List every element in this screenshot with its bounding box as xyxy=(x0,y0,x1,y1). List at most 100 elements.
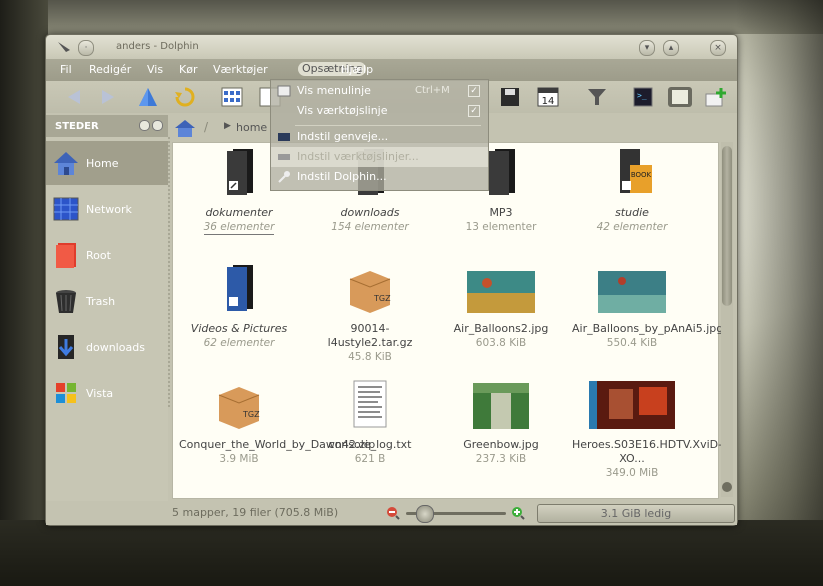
save-icon[interactable] xyxy=(498,86,522,108)
file-item[interactable]: Heroes.S03E16.HDTV.XviD-XO... 349.0 MiB xyxy=(572,379,722,480)
keyboard-icon xyxy=(278,133,290,141)
scrollbar-thumb[interactable] xyxy=(722,146,732,306)
file-item[interactable]: Air_Balloons2.jpg 603.8 KiB xyxy=(441,263,561,350)
file-name: Greenbow.jpg xyxy=(463,438,539,451)
desktop-background-left xyxy=(0,0,48,586)
menu-item-show-menubar[interactable]: Vis menulinje Ctrl+M ✓ xyxy=(271,81,488,101)
file-meta: 3.9 MiB xyxy=(219,453,259,465)
menu-rediger[interactable]: Redigér xyxy=(89,63,131,76)
calendar-icon[interactable]: 14 xyxy=(536,86,560,108)
sidebar-item-home[interactable]: Home xyxy=(46,141,168,185)
zoom-in-icon[interactable] xyxy=(511,506,525,520)
menu-item-label: Indstil genveje... xyxy=(297,130,389,143)
zoom-out-icon[interactable] xyxy=(386,506,400,520)
maximize-button[interactable]: ▴ xyxy=(663,40,679,56)
menu-bar: Fil Redigér Vis Kør Værktøjer Opsætning … xyxy=(46,59,737,81)
file-item[interactable]: TGZ Conquer_the_World_by_Dawn42.zip 3.9 … xyxy=(179,379,375,466)
file-view: dokumenter 36 elementer downloads 154 el… xyxy=(172,142,724,499)
terminal-icon[interactable]: >_ xyxy=(631,86,655,108)
reload-icon[interactable] xyxy=(173,86,197,108)
file-meta: 349.0 MiB xyxy=(605,467,659,479)
back-icon[interactable] xyxy=(62,86,86,108)
breadcrumb-arrow-icon: ▶ xyxy=(224,121,231,131)
file-meta: 621 B xyxy=(354,453,386,465)
sticky-button[interactable]: · xyxy=(78,40,94,56)
sidebar-resize-handle[interactable] xyxy=(166,137,170,407)
svg-text:BOOK: BOOK xyxy=(631,171,652,179)
scrollbar-button[interactable] xyxy=(722,482,732,492)
sidebar-item-trash[interactable]: Trash xyxy=(46,279,168,323)
file-name: dokumenter xyxy=(205,206,273,219)
wrench-icon xyxy=(278,171,290,183)
up-icon[interactable] xyxy=(136,86,160,108)
file-item[interactable]: BOOK studie 42 elementer xyxy=(572,147,692,234)
checkbox-icon[interactable]: ✓ xyxy=(468,85,480,97)
forward-icon[interactable] xyxy=(96,86,120,108)
archive-icon: TGZ xyxy=(218,387,260,429)
desktop-background-bottom xyxy=(0,520,823,586)
window-title: anders - Dolphin xyxy=(116,41,199,52)
network-icon xyxy=(53,197,79,221)
home-icon[interactable] xyxy=(174,119,196,137)
sidebar-item-label: Home xyxy=(86,157,119,170)
sidebar-header-label: STEDER xyxy=(55,121,99,132)
file-item[interactable]: Air_Balloons_by_pAnAi5.jpg 550.4 KiB xyxy=(572,263,724,350)
file-item[interactable]: TGZ 90014-l4ustyle2.tar.gz 45.8 KiB xyxy=(310,263,430,364)
status-bar: 5 mapper, 19 filer (705.8 MiB) 3.1 GiB l… xyxy=(46,501,737,525)
vertical-scrollbar[interactable] xyxy=(721,142,733,497)
breadcrumb-current[interactable]: home xyxy=(236,121,267,134)
sidebar-float-icon[interactable] xyxy=(139,120,150,131)
sidebar-item-downloads[interactable]: downloads xyxy=(46,325,168,369)
file-meta: 550.4 KiB xyxy=(606,337,658,349)
menu-separator xyxy=(295,125,481,126)
file-name: Air_Balloons_by_pAnAi5.jpg xyxy=(572,322,724,335)
file-name: studie xyxy=(615,206,649,219)
image-thumbnail xyxy=(598,271,666,313)
menu-item-show-toolbar[interactable]: Vis værktøjslinje ✓ xyxy=(271,101,488,121)
sidebar-item-network[interactable]: Network xyxy=(46,187,168,231)
archive-icon: TGZ xyxy=(349,271,391,313)
sidebar-item-label: Trash xyxy=(86,295,116,308)
vista-icon xyxy=(56,383,76,403)
menu-kor[interactable]: Kør xyxy=(179,63,197,76)
sidebar-item-root[interactable]: Root xyxy=(46,233,168,277)
menu-item-configure-toolbars[interactable]: Indstil værktøjslinjer... xyxy=(271,147,488,167)
menu-item-shortcut: Ctrl+M xyxy=(415,85,450,96)
free-space-indicator: 3.1 GiB ledig xyxy=(537,504,735,523)
trash-icon xyxy=(56,290,76,313)
new-folder-icon[interactable] xyxy=(704,86,728,108)
file-item[interactable]: Greenbow.jpg 237.3 KiB xyxy=(441,379,561,466)
file-meta: 237.3 KiB xyxy=(475,453,527,465)
menu-vis[interactable]: Vis xyxy=(147,63,163,76)
menu-vaerktojer[interactable]: Værktøjer xyxy=(213,63,268,76)
icons-view-icon[interactable] xyxy=(220,86,244,108)
text-file-icon xyxy=(353,380,387,428)
menu-item-label: Vis menulinje xyxy=(297,84,371,97)
app-menu-icon[interactable] xyxy=(56,40,72,54)
sidebar-item-label: Vista xyxy=(86,387,114,400)
places-panel: Home Network Root Trash downloads Vista xyxy=(46,137,170,503)
file-name: console_log.txt xyxy=(328,438,412,451)
menu-item-configure-shortcuts[interactable]: Indstil genveje... xyxy=(271,127,488,147)
checkbox-icon[interactable]: ✓ xyxy=(468,105,480,117)
sidebar-close-icon[interactable] xyxy=(152,120,163,131)
svg-text:>_: >_ xyxy=(637,91,647,100)
menu-item-configure-dolphin[interactable]: Indstil Dolphin... xyxy=(271,167,488,187)
menu-hjaelp[interactable]: Hjælp xyxy=(341,63,373,76)
menu-item-label: Vis værktøjslinje xyxy=(297,104,388,117)
toolbar-config-icon xyxy=(278,154,290,160)
minimize-button[interactable]: ▾ xyxy=(639,40,655,56)
file-item[interactable]: Videos & Pictures 62 elementer xyxy=(179,263,299,350)
downloads-icon xyxy=(58,335,74,359)
svg-text:TGZ: TGZ xyxy=(242,410,260,419)
sidebar-item-vista[interactable]: Vista xyxy=(46,371,168,415)
zoom-slider-handle[interactable] xyxy=(416,505,434,523)
title-bar[interactable]: · anders - Dolphin ▾ ▴ × xyxy=(46,35,737,59)
close-button[interactable]: × xyxy=(710,40,726,56)
file-preview-icon[interactable] xyxy=(666,86,694,108)
menu-fil[interactable]: Fil xyxy=(60,63,72,76)
sidebar-item-label: Root xyxy=(86,249,111,262)
filter-icon[interactable] xyxy=(585,86,609,108)
file-item[interactable]: console_log.txt 621 B xyxy=(310,379,430,466)
file-name: MP3 xyxy=(489,206,513,219)
